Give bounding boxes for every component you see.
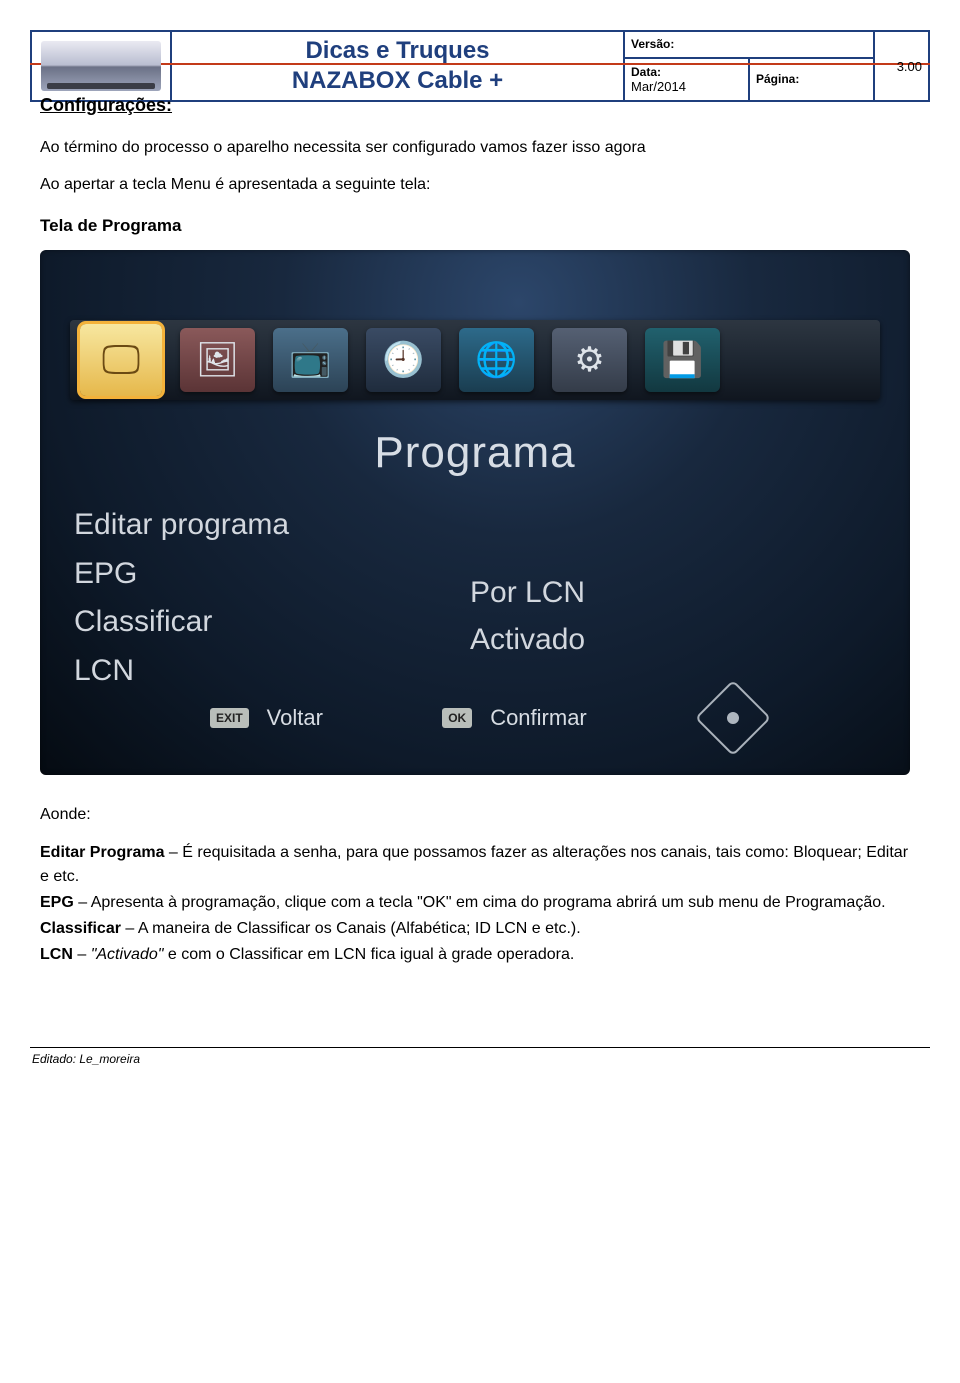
intro-paragraph-2: Ao apertar a tecla Menu é apresentada a … [40, 173, 920, 196]
descriptions-block: Editar Programa – É requisitada a senha,… [40, 841, 920, 967]
desc-class-term: Classificar [40, 920, 121, 937]
version-value: 3.00 [874, 31, 929, 101]
logo-cell [31, 31, 171, 101]
desc-lcn-ital: "Activado" [91, 946, 164, 963]
desc-editar: Editar Programa – É requisitada a senha,… [40, 841, 920, 889]
menu-epg[interactable]: EPG [74, 551, 289, 598]
document-header: Dicas e Truques NAZABOX Cable + Versão: … [30, 30, 930, 102]
section-heading: Configurações: [40, 95, 920, 116]
desc-lcn: LCN – "Activado" e com o Classificar em … [40, 943, 920, 967]
value-lcn: Activado [470, 617, 585, 664]
desc-editar-text: – É requisitada a senha, para que possam… [40, 844, 908, 885]
globe-icon[interactable]: 🌐 [459, 328, 534, 392]
menu-lcn[interactable]: LCN [74, 648, 289, 695]
tv-footer-bar: EXIT Voltar OK Confirmar [40, 691, 910, 745]
desc-class-text: – A maneira de Classificar os Canais (Al… [121, 920, 581, 937]
program-icon[interactable]: 🖵 [80, 324, 162, 396]
doc-title-cell: Dicas e Truques NAZABOX Cable + [171, 31, 624, 101]
gallery-icon[interactable]: 🖼 [180, 328, 255, 392]
usb-icon[interactable]: 💾 [645, 328, 720, 392]
tv-screen-title: Programa [40, 428, 910, 478]
desc-lcn-post: e com o Classificar em LCN fica igual à … [163, 946, 574, 963]
tv-menu-left: Editar programa EPG Classificar LCN [74, 502, 289, 696]
intro-paragraph-1: Ao término do processo o aparelho necess… [40, 136, 920, 159]
footer-editor: Editado: Le_moreira [30, 1048, 930, 1066]
subheading-tela: Tela de Programa [40, 216, 920, 236]
footer-voltar-label: Voltar [267, 705, 323, 731]
menu-editar-programa[interactable]: Editar programa [74, 502, 289, 549]
tv-screenshot: 🖵 🖼 📺 🕘 🌐 ⚙ 💾 Programa Editar programa E… [40, 250, 910, 775]
footer-confirmar-label: Confirmar [490, 705, 587, 731]
date-label: Data: [631, 65, 661, 79]
desc-epg: EPG – Apresenta à programação, clique co… [40, 891, 920, 915]
desc-lcn-term: LCN [40, 946, 73, 963]
desc-classificar: Classificar – A maneira de Classificar o… [40, 917, 920, 941]
exit-button-icon[interactable]: EXIT [210, 708, 249, 728]
page-label: Página: [756, 72, 799, 86]
menu-classificar[interactable]: Classificar [74, 599, 289, 646]
tv-search-icon[interactable]: 📺 [273, 328, 348, 392]
tv-values-right: Por LCN Activado [470, 570, 585, 663]
value-classificar: Por LCN [470, 570, 585, 617]
gear-icon[interactable]: ⚙ [552, 328, 627, 392]
desc-lcn-pre: – [73, 946, 91, 963]
desc-epg-text: – Apresenta à programação, clique com a … [74, 894, 886, 911]
aonde-label: Aonde: [40, 803, 920, 826]
ok-button-icon[interactable]: OK [442, 708, 472, 728]
dpad-icon[interactable] [695, 680, 771, 756]
doc-title-line2: NAZABOX Cable + [178, 66, 617, 96]
tv-iconbar: 🖵 🖼 📺 🕘 🌐 ⚙ 💾 [70, 320, 880, 400]
date-value: Mar/2014 [631, 79, 686, 94]
clock-icon[interactable]: 🕘 [366, 328, 441, 392]
desc-epg-term: EPG [40, 894, 74, 911]
desc-editar-term: Editar Programa [40, 844, 164, 861]
